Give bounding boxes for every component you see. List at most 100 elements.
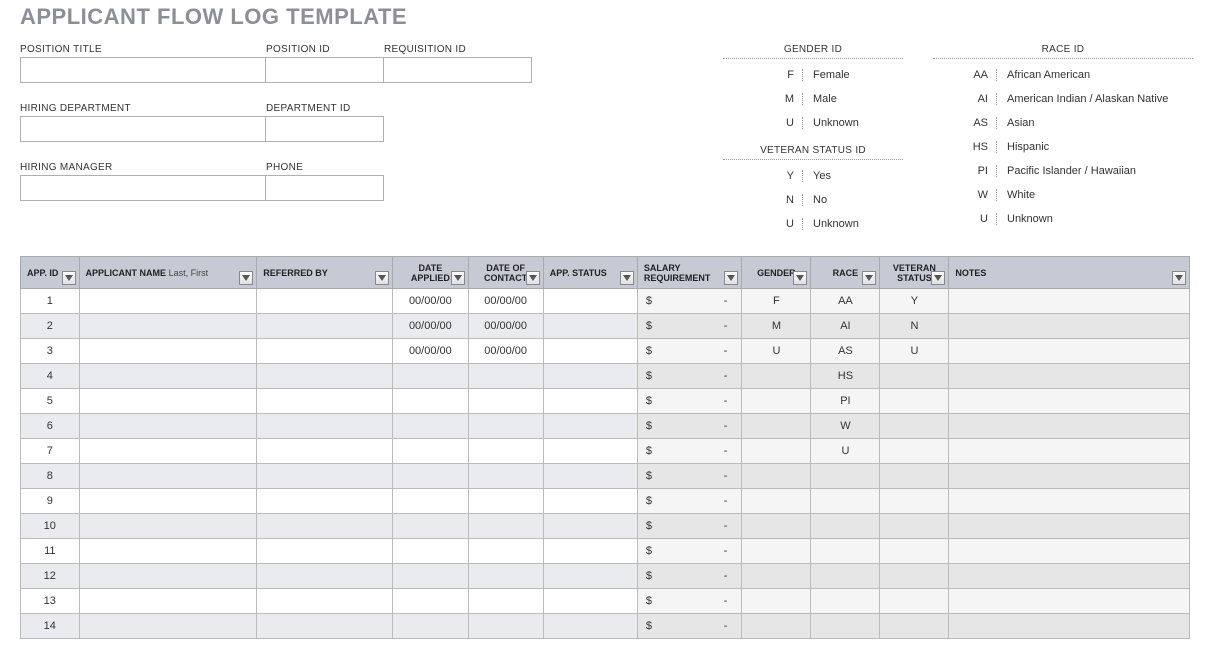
- cell-referred-by[interactable]: [257, 614, 393, 639]
- cell-race[interactable]: PI: [811, 389, 880, 414]
- cell-referred-by[interactable]: [257, 314, 393, 339]
- filter-dropdown-icon[interactable]: [620, 271, 634, 285]
- cell-applicant-name[interactable]: [79, 539, 257, 564]
- cell-date-applied[interactable]: [393, 489, 468, 514]
- cell-notes[interactable]: [949, 314, 1190, 339]
- cell-gender[interactable]: U: [742, 339, 811, 364]
- filter-dropdown-icon[interactable]: [724, 271, 738, 285]
- cell-notes[interactable]: [949, 464, 1190, 489]
- cell-gender[interactable]: F: [742, 289, 811, 314]
- input-phone[interactable]: [266, 175, 384, 201]
- cell-salary[interactable]: $-: [637, 614, 742, 639]
- cell-app-status[interactable]: [543, 289, 637, 314]
- cell-race[interactable]: U: [811, 439, 880, 464]
- cell-app-status[interactable]: [543, 464, 637, 489]
- cell-app-status[interactable]: [543, 589, 637, 614]
- cell-app-status[interactable]: [543, 514, 637, 539]
- cell-race[interactable]: [811, 589, 880, 614]
- cell-app-status[interactable]: [543, 339, 637, 364]
- cell-notes[interactable]: [949, 589, 1190, 614]
- cell-veteran[interactable]: [880, 539, 949, 564]
- cell-referred-by[interactable]: [257, 539, 393, 564]
- filter-dropdown-icon[interactable]: [931, 271, 945, 285]
- cell-notes[interactable]: [949, 289, 1190, 314]
- cell-gender[interactable]: [742, 614, 811, 639]
- cell-veteran[interactable]: [880, 614, 949, 639]
- cell-app-id[interactable]: 14: [21, 614, 80, 639]
- cell-date-contact[interactable]: [468, 564, 543, 589]
- cell-applicant-name[interactable]: [79, 464, 257, 489]
- cell-gender[interactable]: [742, 539, 811, 564]
- cell-app-status[interactable]: [543, 564, 637, 589]
- cell-referred-by[interactable]: [257, 339, 393, 364]
- cell-notes[interactable]: [949, 489, 1190, 514]
- cell-applicant-name[interactable]: [79, 414, 257, 439]
- cell-date-applied[interactable]: [393, 414, 468, 439]
- cell-date-contact[interactable]: 00/00/00: [468, 339, 543, 364]
- input-department-id[interactable]: [266, 116, 384, 142]
- cell-date-contact[interactable]: 00/00/00: [468, 289, 543, 314]
- cell-notes[interactable]: [949, 339, 1190, 364]
- input-hiring-manager[interactable]: [20, 175, 266, 201]
- cell-salary[interactable]: $-: [637, 314, 742, 339]
- cell-referred-by[interactable]: [257, 589, 393, 614]
- cell-veteran[interactable]: [880, 389, 949, 414]
- cell-app-id[interactable]: 13: [21, 589, 80, 614]
- cell-gender[interactable]: [742, 589, 811, 614]
- filter-dropdown-icon[interactable]: [1172, 271, 1186, 285]
- cell-race[interactable]: AA: [811, 289, 880, 314]
- cell-app-status[interactable]: [543, 389, 637, 414]
- cell-applicant-name[interactable]: [79, 564, 257, 589]
- cell-veteran[interactable]: [880, 489, 949, 514]
- cell-applicant-name[interactable]: [79, 489, 257, 514]
- cell-referred-by[interactable]: [257, 514, 393, 539]
- cell-app-id[interactable]: 11: [21, 539, 80, 564]
- cell-race[interactable]: [811, 564, 880, 589]
- cell-salary[interactable]: $-: [637, 564, 742, 589]
- cell-salary[interactable]: $-: [637, 339, 742, 364]
- cell-gender[interactable]: [742, 514, 811, 539]
- cell-date-contact[interactable]: 00/00/00: [468, 314, 543, 339]
- cell-gender[interactable]: [742, 389, 811, 414]
- cell-date-applied[interactable]: [393, 539, 468, 564]
- filter-dropdown-icon[interactable]: [239, 271, 253, 285]
- cell-app-status[interactable]: [543, 439, 637, 464]
- cell-notes[interactable]: [949, 389, 1190, 414]
- cell-salary[interactable]: $-: [637, 514, 742, 539]
- cell-notes[interactable]: [949, 514, 1190, 539]
- cell-race[interactable]: [811, 489, 880, 514]
- cell-date-contact[interactable]: [468, 514, 543, 539]
- cell-notes[interactable]: [949, 614, 1190, 639]
- cell-app-status[interactable]: [543, 539, 637, 564]
- cell-veteran[interactable]: [880, 414, 949, 439]
- cell-veteran[interactable]: [880, 364, 949, 389]
- cell-app-status[interactable]: [543, 414, 637, 439]
- cell-veteran[interactable]: [880, 589, 949, 614]
- cell-veteran[interactable]: [880, 514, 949, 539]
- cell-date-applied[interactable]: [393, 614, 468, 639]
- filter-dropdown-icon[interactable]: [793, 271, 807, 285]
- cell-salary[interactable]: $-: [637, 289, 742, 314]
- cell-app-id[interactable]: 5: [21, 389, 80, 414]
- cell-date-contact[interactable]: [468, 364, 543, 389]
- cell-date-applied[interactable]: 00/00/00: [393, 339, 468, 364]
- cell-date-applied[interactable]: [393, 464, 468, 489]
- cell-app-status[interactable]: [543, 614, 637, 639]
- cell-race[interactable]: W: [811, 414, 880, 439]
- cell-referred-by[interactable]: [257, 439, 393, 464]
- cell-date-contact[interactable]: [468, 464, 543, 489]
- cell-applicant-name[interactable]: [79, 439, 257, 464]
- cell-salary[interactable]: $-: [637, 389, 742, 414]
- cell-gender[interactable]: [742, 414, 811, 439]
- filter-dropdown-icon[interactable]: [862, 271, 876, 285]
- cell-referred-by[interactable]: [257, 389, 393, 414]
- cell-race[interactable]: [811, 614, 880, 639]
- cell-gender[interactable]: [742, 364, 811, 389]
- cell-gender[interactable]: [742, 489, 811, 514]
- cell-date-contact[interactable]: [468, 589, 543, 614]
- cell-date-contact[interactable]: [468, 389, 543, 414]
- cell-veteran[interactable]: [880, 464, 949, 489]
- cell-referred-by[interactable]: [257, 464, 393, 489]
- cell-date-contact[interactable]: [468, 414, 543, 439]
- cell-applicant-name[interactable]: [79, 339, 257, 364]
